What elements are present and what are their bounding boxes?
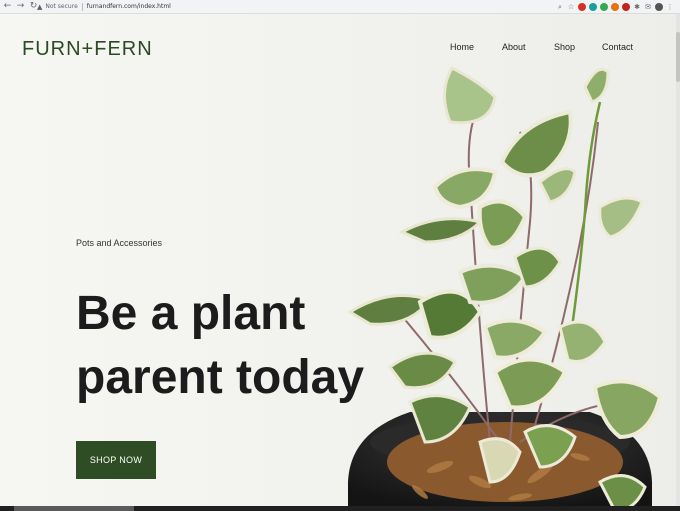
hero-eyebrow: Pots and Accessories xyxy=(76,238,163,248)
orange-extension-icon[interactable] xyxy=(611,2,619,11)
opera-extension-icon[interactable] xyxy=(622,2,630,11)
warning-icon: ▲ xyxy=(37,2,43,11)
taskbar-active-item xyxy=(14,506,134,511)
red-extension-icon[interactable] xyxy=(578,2,586,11)
extensions-toolbar: ⌕ ☆ ✱ ✉ ⋮ xyxy=(556,1,674,12)
mail-extension-icon[interactable]: ✉ xyxy=(644,3,652,11)
puzzle-icon[interactable]: ✱ xyxy=(633,3,641,11)
hero-plant-image xyxy=(347,66,663,511)
shop-now-button[interactable]: SHOP NOW xyxy=(76,441,156,479)
back-icon[interactable]: ← xyxy=(2,1,13,12)
address-separator xyxy=(81,2,83,11)
green-extension-icon[interactable] xyxy=(600,2,608,11)
scrollbar-thumb[interactable] xyxy=(676,32,680,82)
page-scrollbar[interactable] xyxy=(676,14,680,511)
taskbar-strip xyxy=(0,506,680,511)
address-bar[interactable]: ▲ Not secure furnandfern.com/index.html xyxy=(37,1,577,12)
teal-extension-icon[interactable] xyxy=(589,2,597,11)
search-icon[interactable]: ⌕ xyxy=(556,3,564,11)
menu-icon[interactable]: ⋮ xyxy=(666,3,674,11)
site-logo[interactable]: FURN+FERN xyxy=(22,38,153,61)
security-label: Not secure xyxy=(45,3,78,10)
url-text[interactable]: furnandfern.com/index.html xyxy=(87,3,171,10)
web-page: FURN+FERN Home About Shop Contact Pots a… xyxy=(0,14,676,511)
browser-toolbar: ← → ↻ ▲ Not secure furnandfern.com/index… xyxy=(0,0,680,14)
forward-icon[interactable]: → xyxy=(15,1,26,12)
star-icon[interactable]: ☆ xyxy=(567,3,575,11)
profile-avatar-icon[interactable] xyxy=(655,2,663,11)
